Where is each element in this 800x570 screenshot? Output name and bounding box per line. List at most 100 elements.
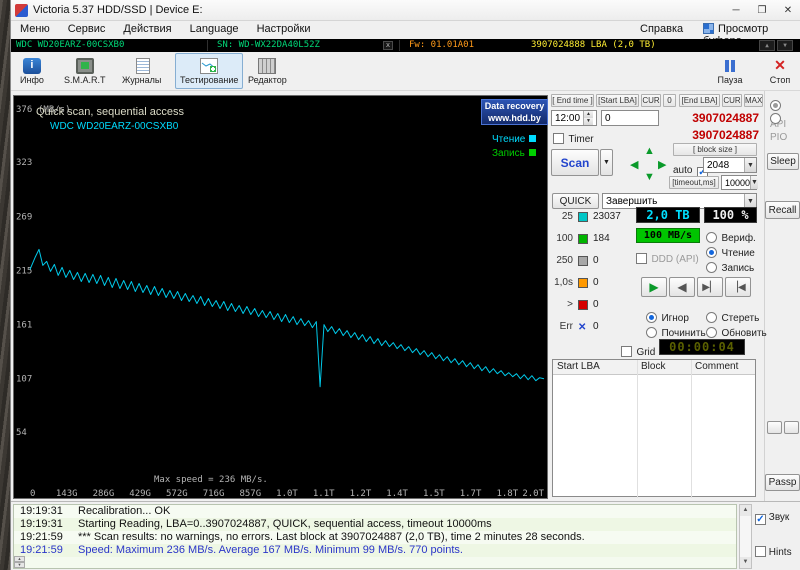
device-down-button[interactable]: ▼ — [777, 40, 793, 51]
arrow-down-icon[interactable]: ▼ — [644, 171, 655, 183]
device-capacity: 3907024888 LBA (2,0 TB) — [531, 40, 656, 50]
pio-radio[interactable]: PIO — [770, 109, 800, 145]
stat-swatch-icon — [578, 212, 588, 222]
tool-info-button[interactable]: i Инфо — [15, 53, 49, 89]
skip-end-button[interactable]: ▶▏ — [697, 277, 723, 297]
arrow-up-icon[interactable]: ▲ — [644, 145, 655, 157]
device-up-button[interactable]: ▲ — [759, 40, 775, 51]
tool-journals-button[interactable]: Журналы — [117, 53, 166, 89]
scan-button[interactable]: Scan — [551, 149, 599, 176]
grid-checkbox[interactable]: Grid — [621, 342, 655, 360]
ddd-checkbox[interactable]: DDD (API) — [636, 249, 699, 267]
title-bar[interactable]: Victoria 5.37 HDD/SSD | Device E: ─ ❐ ✕ — [11, 0, 800, 21]
percent-display: 100 % — [704, 207, 757, 223]
log-entry[interactable]: 19:19:31 Starting Reading, LBA=0..3907024… — [14, 518, 736, 531]
device-model: WDC WD20EARZ-00CSXB0 — [16, 40, 125, 50]
timer-checkbox[interactable]: Timer — [553, 129, 594, 147]
scan-dropdown-button[interactable]: ▼ — [600, 149, 613, 176]
sleep-button[interactable]: Sleep — [767, 153, 799, 170]
defect-table[interactable]: Start LBA Block Comment — [552, 359, 756, 498]
log-entry[interactable]: 19:19:31 Recalibration... OK — [14, 505, 736, 518]
table-column-header[interactable]: Block — [641, 361, 665, 372]
end-time-button[interactable]: [ End time ] — [551, 94, 594, 107]
table-column-header[interactable]: Comment — [695, 361, 738, 372]
zero-button[interactable]: 0 — [663, 94, 676, 107]
hints-checkbox-icon — [755, 546, 766, 557]
scroll-up-icon[interactable]: ▲ — [740, 505, 751, 516]
block-size-select[interactable]: 2048 ▼ — [703, 157, 757, 173]
write-radio[interactable]: Запись — [706, 258, 754, 276]
verify-radio-icon — [706, 232, 717, 243]
axis-tick-label: 1.4T — [386, 489, 408, 498]
pause-button[interactable]: Пауза — [706, 53, 754, 89]
timeout-label[interactable]: [timeout,ms] — [669, 176, 719, 189]
timer-checkbox-icon — [553, 133, 564, 144]
end-lba-button[interactable]: [End LBA] — [679, 94, 720, 107]
hints-checkbox[interactable]: Hints — [755, 546, 792, 558]
axis-tick-label: 1.1T — [313, 489, 335, 498]
log-entry[interactable]: 19:21:59 *** Scan results: no warnings, n… — [14, 531, 736, 544]
panel-small-button-2[interactable] — [784, 421, 799, 434]
stat-value: 184 — [593, 233, 610, 244]
cur-start-button[interactable]: CUR — [641, 94, 661, 107]
toolbar: i Инфо S.M.A.R.T Журналы Тестирование Ре… — [11, 52, 800, 91]
end-time-spinner[interactable]: 12:00 ▲ ▼ — [551, 110, 597, 126]
timeout-select[interactable]: 10000 ▼ — [721, 175, 758, 190]
stat-swatch-icon — [578, 300, 588, 310]
menu-item[interactable]: Действия — [114, 21, 180, 37]
start-lba-button[interactable]: [Start LBA] — [596, 94, 639, 107]
log-scrollbar[interactable]: ▲ ▼ — [739, 504, 752, 569]
maximize-button[interactable]: ❐ — [749, 0, 775, 21]
serial-close-icon[interactable]: x — [383, 41, 393, 50]
chevron-down-icon: ▼ — [744, 194, 756, 208]
menu-item[interactable]: Сервис — [59, 21, 115, 37]
arrow-left-icon[interactable]: ◀ — [630, 158, 638, 171]
device-serial: SN: WD-WX22DA40L52Z — [217, 40, 320, 50]
control-panel: [ End time ] [Start LBA] CUR 0 [End LBA]… — [549, 91, 800, 501]
max-button[interactable]: MAX — [744, 94, 763, 107]
table-column-header[interactable]: Start LBA — [557, 361, 600, 372]
error-x-icon: ✕ — [578, 322, 587, 333]
log-side-controls: ✓ Звук Hints — [755, 504, 799, 569]
divider — [637, 360, 638, 498]
tool-editor-button[interactable]: Редактор — [243, 53, 292, 89]
start-lba-input[interactable]: 0 — [601, 110, 659, 126]
stat-swatch-icon — [578, 234, 588, 244]
menu-item[interactable]: Настройки — [248, 21, 320, 37]
tool-smart-button[interactable]: S.M.A.R.T — [59, 53, 111, 89]
arrow-right-icon[interactable]: ▶ — [658, 158, 666, 171]
menu-item[interactable]: Меню — [11, 21, 59, 37]
stat-label: Err — [559, 321, 573, 332]
log-scroll-spinner[interactable]: ▲ ▼ — [14, 556, 25, 569]
axis-tick-label: 376 — [16, 105, 32, 115]
minimize-button[interactable]: ─ — [723, 0, 749, 21]
axis-tick-label: 857G — [239, 489, 261, 498]
axis-tick-label: 1.5T — [423, 489, 445, 498]
log-list[interactable]: 19:19:31 Recalibration... OK 19:19:31 Start… — [13, 504, 737, 569]
cur-end-button[interactable]: CUR — [722, 94, 742, 107]
sound-checkbox[interactable]: ✓ Звук — [755, 512, 789, 525]
quick-button[interactable]: QUICK — [552, 193, 599, 209]
hddby-badge: Data recovery www.hdd.by — [481, 99, 548, 125]
skip-start-button[interactable]: ▕◀ — [725, 277, 751, 297]
spinner-arrows[interactable]: ▲ ▼ — [583, 111, 593, 125]
sound-checkbox-icon: ✓ — [755, 514, 766, 525]
step-back-button[interactable]: ◀ — [669, 277, 695, 297]
close-button[interactable]: ✕ — [775, 0, 800, 21]
menu-item[interactable]: Language — [181, 21, 248, 37]
tool-testing-button[interactable]: Тестирование — [175, 53, 244, 89]
play-button[interactable]: ▶ — [641, 277, 667, 297]
passport-button[interactable]: Passp — [765, 474, 800, 491]
panel-small-button-1[interactable] — [767, 421, 782, 434]
menu-item-help[interactable]: Справка — [631, 21, 692, 37]
scroll-down-icon[interactable]: ▼ — [740, 557, 751, 568]
recall-button[interactable]: Recall — [765, 201, 800, 219]
log-message: Starting Reading, LBA=0..3907024887, QUI… — [78, 518, 492, 530]
divider — [399, 40, 400, 51]
menu-left: Меню Сервис Действия Language Настройки — [11, 23, 320, 35]
log-entry[interactable]: 19:21:59 Speed: Maximum 236 MB/s. Average… — [14, 544, 736, 557]
read-speed-line — [29, 248, 545, 388]
block-size-label[interactable]: [ block size ] — [673, 143, 757, 156]
stop-button[interactable]: ✕ Стоп — [761, 53, 799, 89]
smart-chip-icon — [75, 57, 94, 74]
